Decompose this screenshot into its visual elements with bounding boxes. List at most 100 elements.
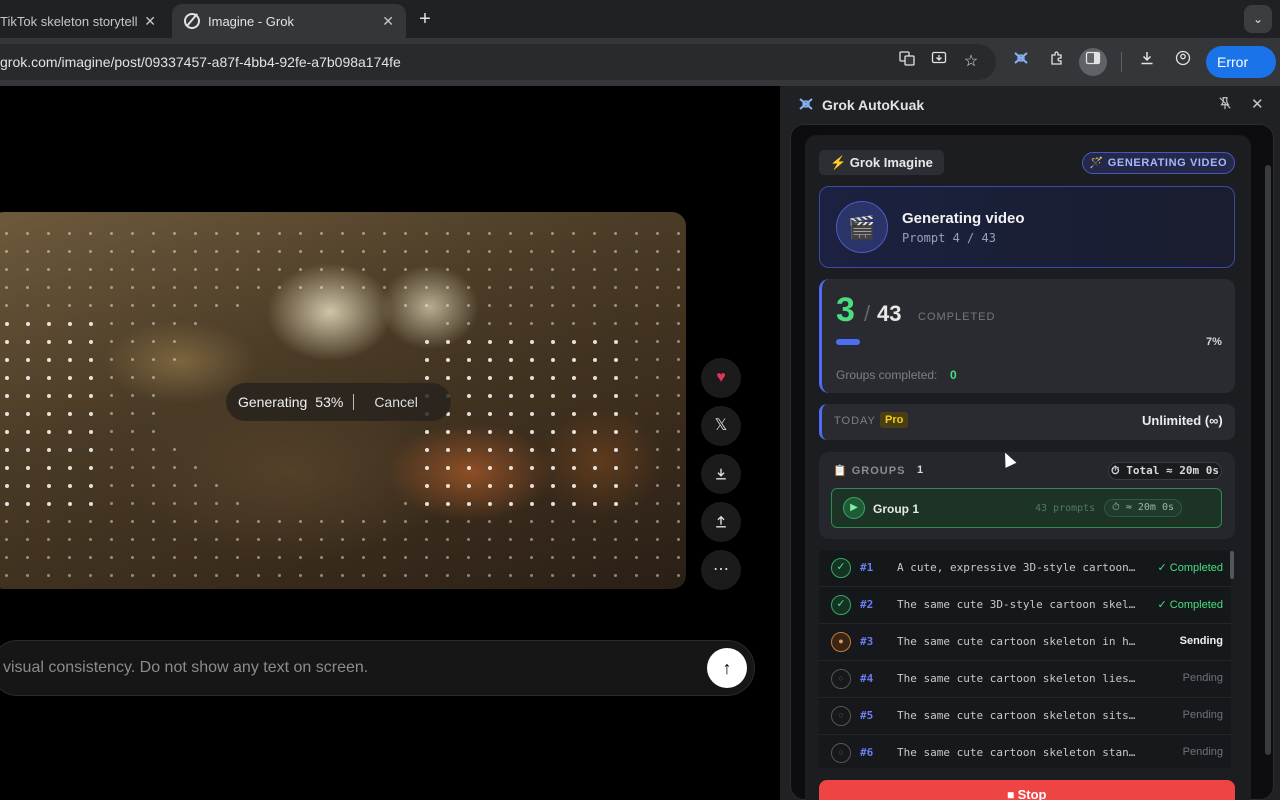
new-tab-button[interactable]: + [414,8,436,30]
loading-dot [530,466,534,470]
loading-dot [89,394,93,398]
loading-dot [110,448,113,451]
tab-tiktok-skeleton[interactable]: TikTok skeleton storyteller ✕ [0,4,168,38]
loading-dot [467,322,470,325]
prompt-number: #1 [860,561,874,574]
loading-dot [131,394,134,397]
close-icon[interactable]: ✕ [382,13,394,30]
share-icon[interactable] [701,502,741,542]
list-item[interactable]: ✓ #1 A cute, expressive 3D-style cartoon… [819,550,1231,587]
close-icon[interactable]: ✕ [144,13,156,30]
loading-dot [173,556,176,559]
loading-dot [26,340,30,344]
tab-search-button[interactable]: ⌄ [1244,5,1272,33]
loading-dot [215,304,218,307]
loading-dot [26,394,30,398]
loading-dot [47,448,51,452]
list-item[interactable]: ✓ #2 The same cute 3D-style cartoon skel… [819,587,1231,624]
profile-icon[interactable] [1169,48,1197,76]
extensions-puzzle-icon[interactable] [1043,48,1071,76]
loading-dot [530,448,534,452]
loading-dot [68,574,71,577]
loading-dot [551,376,555,380]
play-icon[interactable]: ▶ [843,497,865,519]
stop-button[interactable]: ⏹ Stop [819,780,1235,800]
loading-dot [131,502,134,505]
loading-dot [152,430,155,433]
loading-dot [236,538,239,541]
tab-imagine-grok[interactable]: Imagine - Grok ✕ [172,4,406,38]
progress-bar [836,339,1181,345]
error-button[interactable]: Error [1206,46,1276,78]
loading-dot [530,520,533,523]
loading-dot [152,358,155,361]
loading-dot [5,250,8,253]
loading-dot [446,286,449,289]
prompt-text: The same cute cartoon skeleton stands in… [897,746,1142,759]
loading-dot [173,304,176,307]
more-icon[interactable]: ⋯ [701,550,741,590]
prompt-input-text[interactable]: visual consistency. Do not show any text… [3,659,368,677]
completed-label: COMPLETED [918,311,996,323]
loading-dot [593,556,596,559]
loading-dot [89,538,92,541]
x-logo-icon[interactable]: 𝕏 [701,406,741,446]
loading-dot [110,412,113,415]
translate-icon[interactable] [893,48,921,76]
side-panel-icon[interactable] [1079,48,1107,76]
loading-dot [551,232,554,235]
loading-dot [215,520,218,523]
total-count: 43 [877,301,902,326]
list-item[interactable]: ○ #6 The same cute cartoon skeleton stan… [819,735,1231,768]
loading-dot [467,304,470,307]
star-bookmark-icon[interactable]: ☆ [957,48,985,76]
list-scrollbar[interactable] [1230,551,1234,579]
heart-icon[interactable]: ♥ [701,358,741,398]
loading-dot [614,412,618,416]
grok-autokuak-extension-icon[interactable] [1007,48,1035,76]
loading-dot [257,538,260,541]
prompt-text: The same cute cartoon skeleton lies flat… [897,672,1142,685]
unpin-icon[interactable] [1218,96,1232,113]
loading-dot [614,448,618,452]
install-app-icon[interactable] [925,48,953,76]
loading-dot [593,538,596,541]
loading-dot [572,268,575,271]
loading-dot [278,250,281,253]
list-item[interactable]: ● #3 The same cute cartoon skeleton in h… [819,624,1231,661]
loading-dot [173,484,176,487]
loading-dot [194,304,197,307]
loading-dot [635,430,638,433]
list-item[interactable]: ○ #5 The same cute cartoon skeleton sits… [819,698,1231,735]
loading-dot [572,502,576,506]
loading-dot [131,322,134,325]
loading-dot [47,556,50,559]
cancel-button[interactable]: Cancel [374,394,418,410]
loading-dot [551,538,554,541]
download-icon[interactable] [701,454,741,494]
close-panel-icon[interactable]: ✕ [1251,95,1264,113]
download-icon[interactable] [1133,48,1161,76]
loading-dot [152,304,155,307]
loading-dot [26,376,30,380]
panel-scrollbar[interactable] [1265,165,1271,755]
loading-dot [131,304,134,307]
loading-dot [425,430,429,434]
send-arrow-button[interactable]: ↑ [707,648,747,688]
loading-dot [530,376,534,380]
loading-dot [173,340,176,343]
loading-dot [425,556,428,559]
groups-count: 1 [917,464,924,476]
loading-dot [446,502,450,506]
loading-dot [320,574,323,577]
list-item[interactable]: ○ #4 The same cute cartoon skeleton lies… [819,661,1231,698]
prompt-list[interactable]: ✓ #1 A cute, expressive 3D-style cartoon… [819,550,1231,768]
loading-dot [383,556,386,559]
loading-dot [614,502,618,506]
pro-badge: Pro [880,412,909,428]
loading-dot [488,538,491,541]
url-text[interactable]: grok.com/imagine/post/09337457-a87f-4bb4… [0,54,401,70]
loading-dot [488,448,492,452]
loading-dot [47,466,51,470]
loading-dot [68,250,71,253]
